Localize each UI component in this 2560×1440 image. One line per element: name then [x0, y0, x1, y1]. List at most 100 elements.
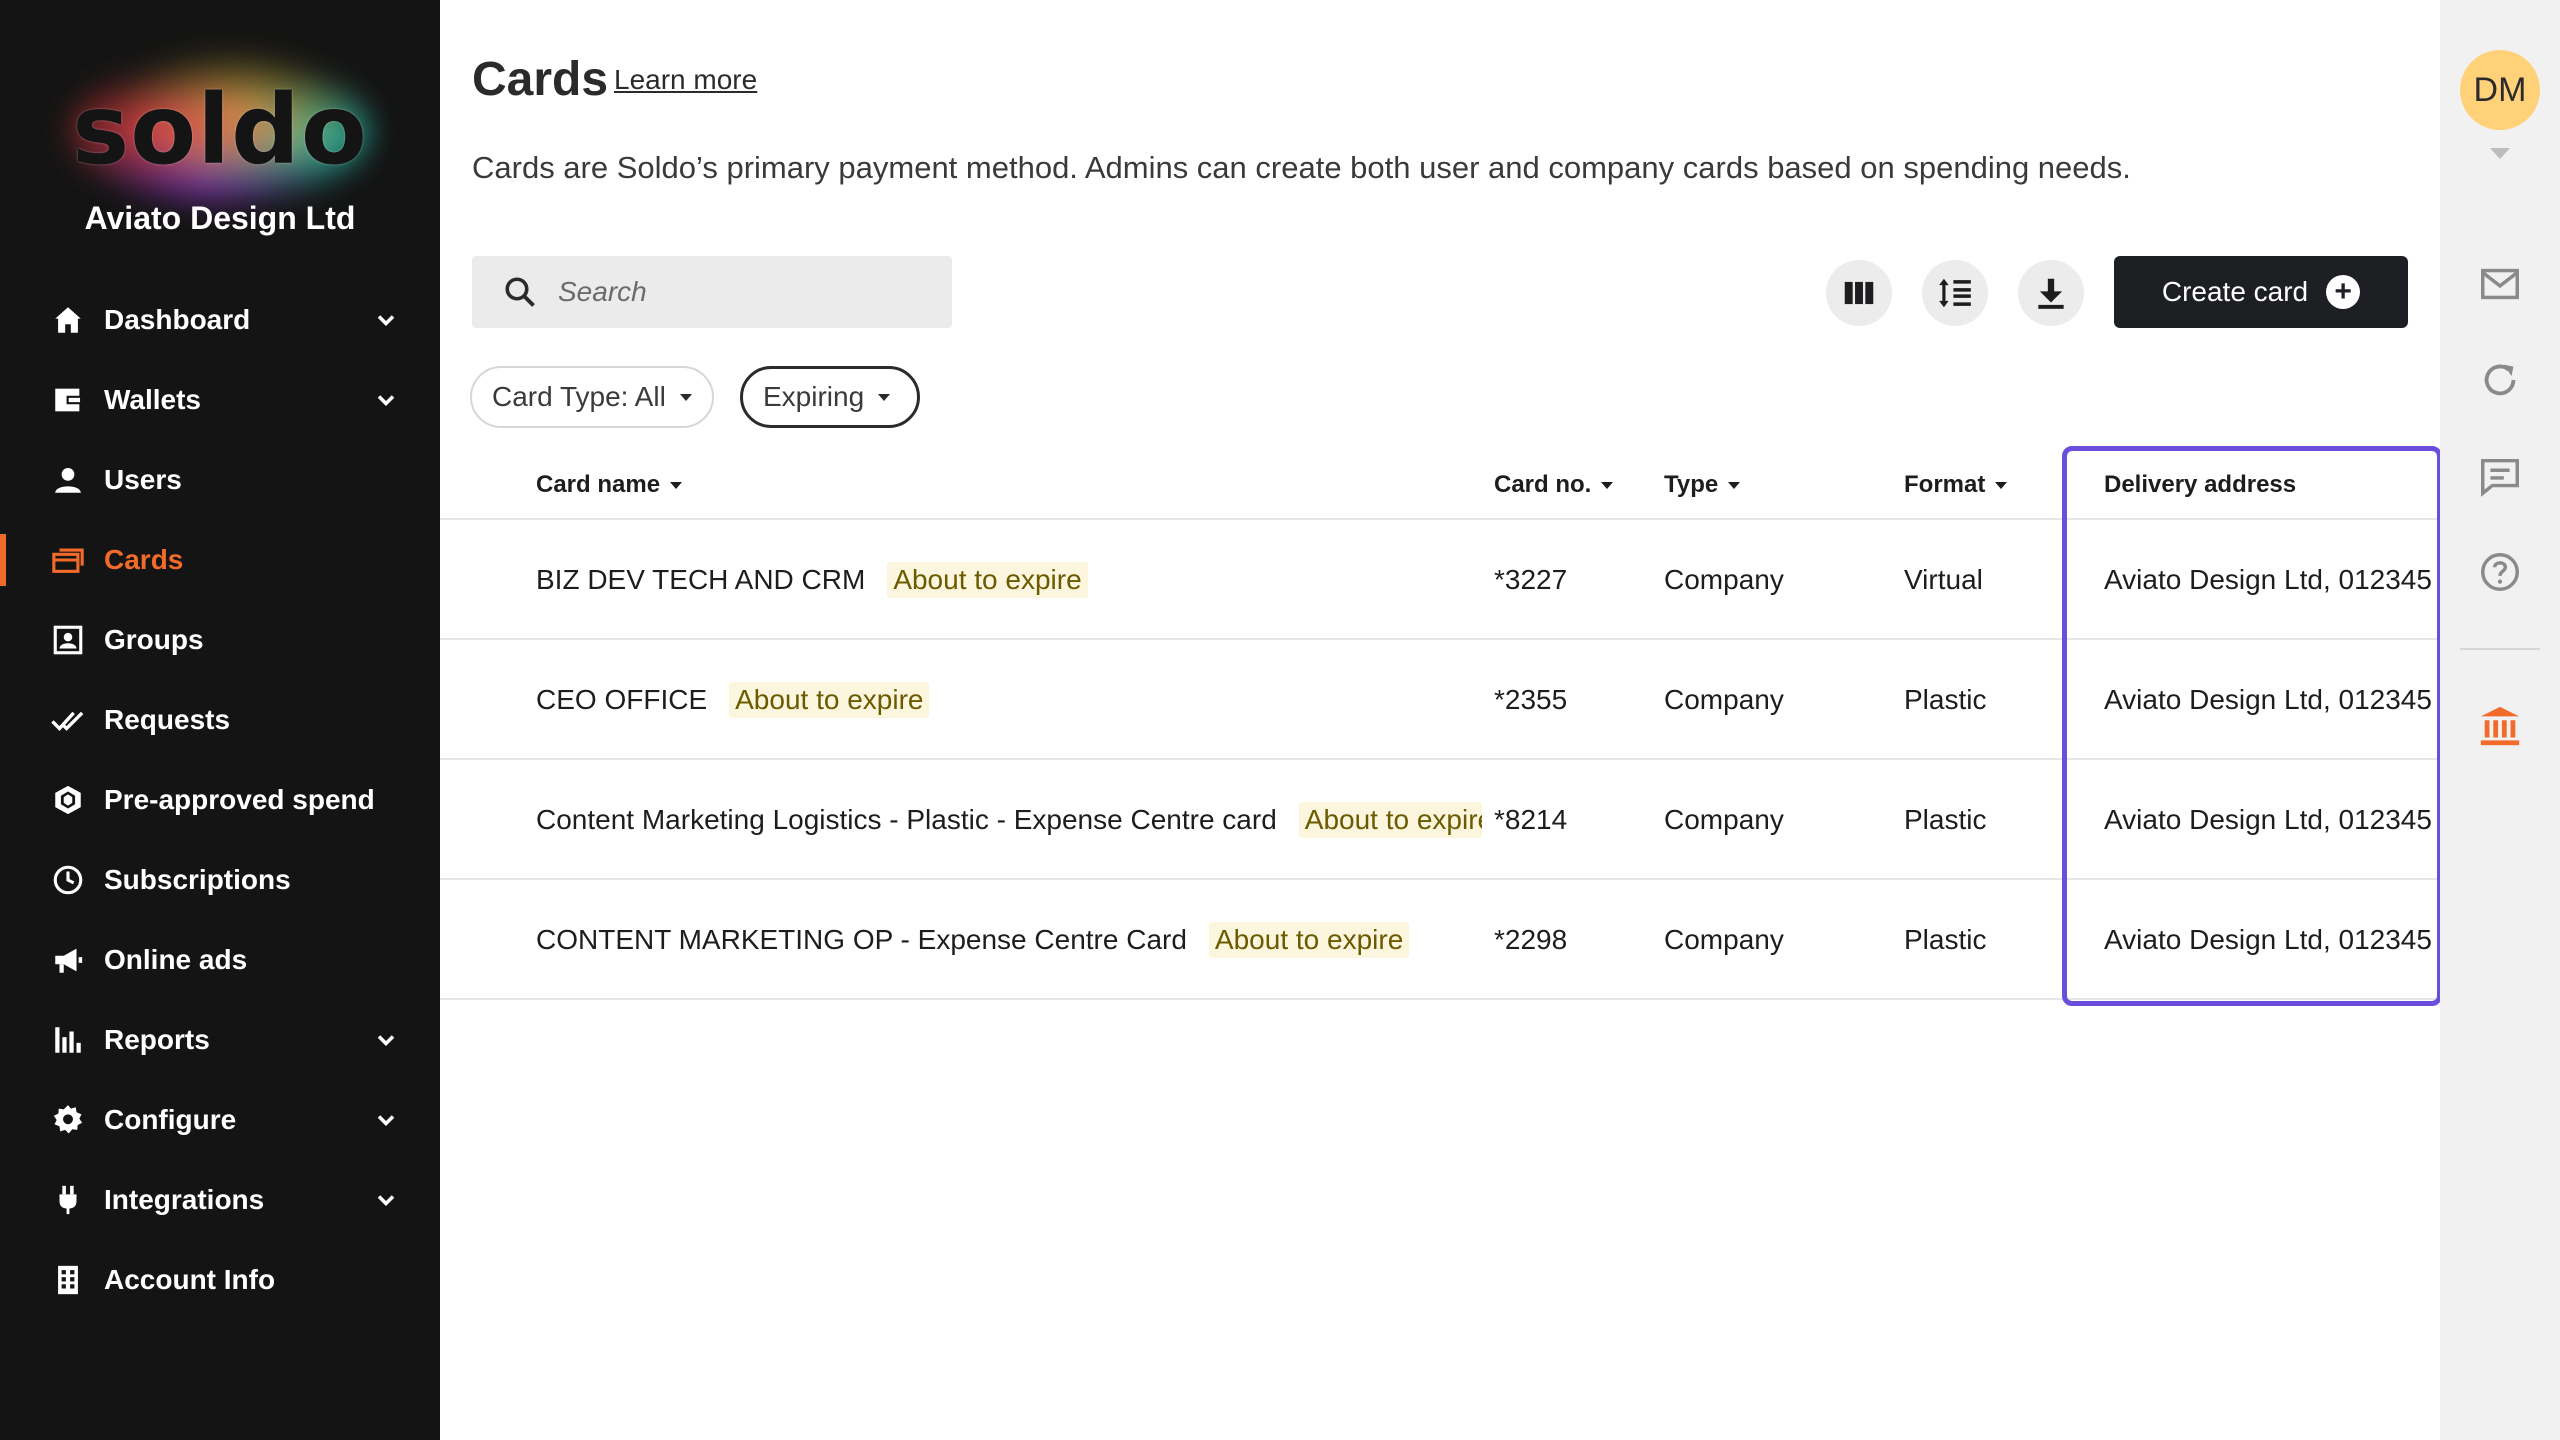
home-icon: [50, 302, 86, 338]
table-row[interactable]: CEO OFFICE About to expire *2355 Company …: [440, 640, 2440, 760]
sort-caret-icon: [670, 481, 683, 489]
bank-icon[interactable]: [2474, 700, 2526, 752]
caret-down-icon[interactable]: [2490, 148, 2510, 159]
chevron-down-icon[interactable]: [372, 306, 400, 334]
sidebar-item-label: Subscriptions: [104, 864, 291, 895]
column-header-type[interactable]: Type: [1664, 450, 1741, 520]
sidebar-item-integrations[interactable]: Integrations: [0, 1160, 440, 1240]
card-number-cell: *3227: [1494, 564, 1568, 595]
density-button[interactable]: [1922, 260, 1988, 326]
refresh-icon[interactable]: [2474, 354, 2526, 406]
sidebar-item-label: Pre-approved spend: [104, 784, 375, 815]
card-format-cell: Plastic: [1904, 804, 1987, 835]
sidebar-item-reports[interactable]: Reports: [0, 1000, 440, 1080]
sort-caret-icon: [1601, 481, 1614, 489]
caret-down-icon: [878, 393, 891, 401]
table-row[interactable]: Content Marketing Logistics - Plastic - …: [440, 760, 2440, 880]
bar-chart-icon: [50, 1022, 86, 1058]
avatar[interactable]: DM: [2460, 50, 2540, 130]
card-name-cell: CEO OFFICE About to expire: [536, 640, 1486, 760]
create-card-button[interactable]: Create card +: [2114, 256, 2408, 328]
page-description: Cards are Soldo’s primary payment method…: [472, 150, 2131, 185]
caret-down-icon: [679, 393, 692, 401]
expiry-badge: About to expire: [729, 682, 930, 718]
columns-icon: [1844, 281, 1874, 305]
column-header-card-name[interactable]: Card name: [536, 450, 683, 520]
sidebar-item-requests[interactable]: Requests: [0, 680, 440, 760]
sidebar-item-subscriptions[interactable]: Subscriptions: [0, 840, 440, 920]
card-name-cell: BIZ DEV TECH AND CRM About to expire: [536, 520, 1486, 640]
columns-button[interactable]: [1826, 260, 1892, 326]
building-icon: [50, 1262, 86, 1298]
sidebar-item-label: Reports: [104, 1024, 210, 1055]
expiring-filter[interactable]: Expiring: [740, 366, 920, 428]
cards-icon: [50, 542, 86, 578]
card-name-cell: CONTENT MARKETING OP - Expense Centre Ca…: [536, 880, 1486, 1000]
sidebar-item-dashboard[interactable]: Dashboard: [0, 280, 440, 360]
sidebar-item-groups[interactable]: Groups: [0, 600, 440, 680]
table-row[interactable]: CONTENT MARKETING OP - Expense Centre Ca…: [440, 880, 2440, 1000]
create-card-label: Create card: [2161, 276, 2309, 307]
chevron-down-icon[interactable]: [372, 386, 400, 414]
expiry-badge: About to expire: [887, 562, 1088, 598]
column-header-label: Card no.: [1494, 471, 1592, 498]
card-type-cell: Company: [1664, 804, 1784, 835]
soldo-logo[interactable]: soldo: [0, 40, 440, 220]
table-header: Card name Card no. Type Format Delivery …: [440, 450, 2440, 520]
hexagon-icon: [50, 782, 86, 818]
column-header-card-no[interactable]: Card no.: [1494, 450, 1614, 520]
card-number-cell: *2355: [1494, 684, 1568, 715]
plug-icon: [50, 1182, 86, 1218]
right-rail: DM: [2440, 0, 2560, 1440]
chat-icon[interactable]: [2474, 450, 2526, 502]
chevron-down-icon[interactable]: [372, 1106, 400, 1134]
column-header-label: Card name: [536, 471, 661, 498]
sidebar-item-online-ads[interactable]: Online ads: [0, 920, 440, 1000]
sidebar-item-label: Wallets: [104, 384, 201, 415]
sidebar-nav: Dashboard Wallets Users Cards Groups Req…: [0, 280, 440, 1320]
delivery-address-cell: Aviato Design Ltd, 012345,: [2104, 564, 2434, 595]
expiry-badge: About to expire: [1298, 802, 1482, 838]
card-name: CONTENT MARKETING OP - Expense Centre Ca…: [536, 924, 1187, 955]
download-button[interactable]: [2018, 260, 2084, 326]
search-input[interactable]: [558, 276, 938, 308]
double-check-icon: [50, 702, 86, 738]
plus-circle-icon: +: [2326, 275, 2361, 309]
user-icon: [50, 462, 86, 498]
sidebar-item-users[interactable]: Users: [0, 440, 440, 520]
card-format-cell: Virtual: [1904, 564, 1983, 595]
sidebar-item-pre-approved-spend[interactable]: Pre-approved spend: [0, 760, 440, 840]
help-icon[interactable]: [2474, 546, 2526, 598]
sort-caret-icon: [1728, 481, 1741, 489]
sidebar-item-configure[interactable]: Configure: [0, 1080, 440, 1160]
sidebar-item-account-info[interactable]: Account Info: [0, 1240, 440, 1320]
sidebar-item-label: Account Info: [104, 1264, 276, 1295]
column-header-delivery-address[interactable]: Delivery address: [2104, 450, 2296, 520]
card-number-cell: *8214: [1494, 804, 1568, 835]
megaphone-icon: [50, 942, 86, 978]
sidebar-item-label: Groups: [104, 624, 204, 655]
card-name: BIZ DEV TECH AND CRM: [536, 564, 866, 595]
sidebar-item-label: Requests: [104, 704, 231, 735]
rail-divider: [2460, 648, 2540, 650]
learn-more-link[interactable]: Learn more: [614, 64, 757, 96]
table-row[interactable]: BIZ DEV TECH AND CRM About to expire *322…: [440, 520, 2440, 640]
sidebar-item-wallets[interactable]: Wallets: [0, 360, 440, 440]
sidebar-item-cards[interactable]: Cards: [0, 520, 440, 600]
sidebar-item-label: Online ads: [104, 944, 248, 975]
chevron-down-icon[interactable]: [372, 1186, 400, 1214]
column-header-format[interactable]: Format: [1904, 450, 2008, 520]
page-title: Cards: [472, 53, 609, 106]
search-box[interactable]: [472, 256, 952, 328]
company-name: Aviato Design Ltd: [84, 200, 356, 236]
main-content: Cards Learn more Cards are Soldo’s prima…: [440, 0, 2442, 1440]
mail-icon[interactable]: [2474, 258, 2526, 310]
card-number-cell: *2298: [1494, 924, 1568, 955]
column-header-label: Type: [1664, 471, 1719, 498]
card-type-filter[interactable]: Card Type: All: [470, 366, 714, 428]
card-name-cell: Content Marketing Logistics - Plastic - …: [536, 760, 1482, 880]
chevron-down-icon[interactable]: [372, 1026, 400, 1054]
delivery-address-cell: Aviato Design Ltd, 012345,: [2104, 924, 2434, 955]
card-type-filter-label: Card Type: All: [492, 381, 666, 412]
card-format-cell: Plastic: [1904, 924, 1987, 955]
